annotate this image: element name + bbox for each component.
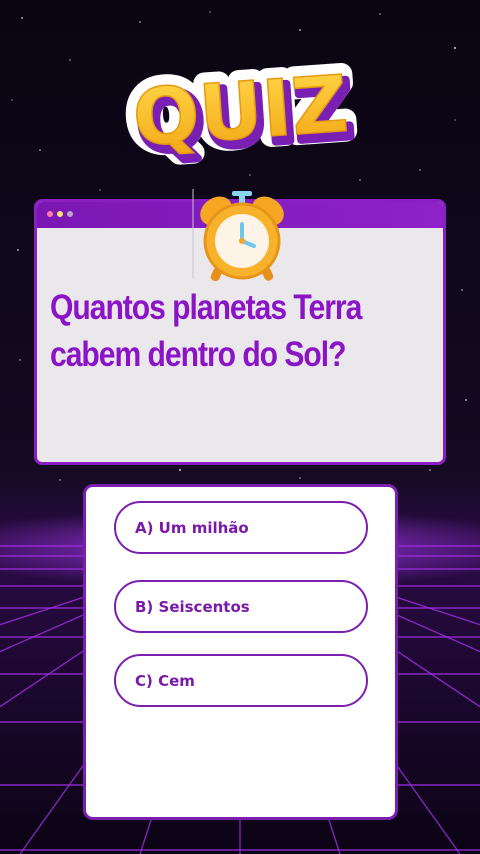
- answer-option-c[interactable]: C) Cem: [114, 654, 368, 707]
- window-dot-icon: [47, 211, 53, 217]
- svg-text:QUIZ: QUIZ: [130, 60, 351, 165]
- question-line-2: cabem dentro do Sol?: [50, 335, 346, 374]
- answers-panel: A) Um milhão B) Seiscentos C) Cem: [83, 484, 398, 820]
- answer-option-b[interactable]: B) Seiscentos: [114, 580, 368, 633]
- window-dot-icon: [67, 211, 73, 217]
- answer-label: B) Seiscentos: [135, 597, 250, 616]
- answer-label: A) Um milhão: [135, 518, 249, 537]
- alarm-clock-icon: [192, 189, 284, 282]
- question-text: Quantos planetas Terra cabem dentro do S…: [50, 284, 377, 378]
- answer-option-a[interactable]: A) Um milhão: [114, 501, 368, 554]
- answer-label: C) Cem: [135, 671, 195, 690]
- question-line-1: Quantos planetas Terra: [50, 288, 362, 327]
- quiz-logo: QUIZ QUIZ QUIZ: [119, 49, 362, 170]
- window-dot-icon: [57, 211, 63, 217]
